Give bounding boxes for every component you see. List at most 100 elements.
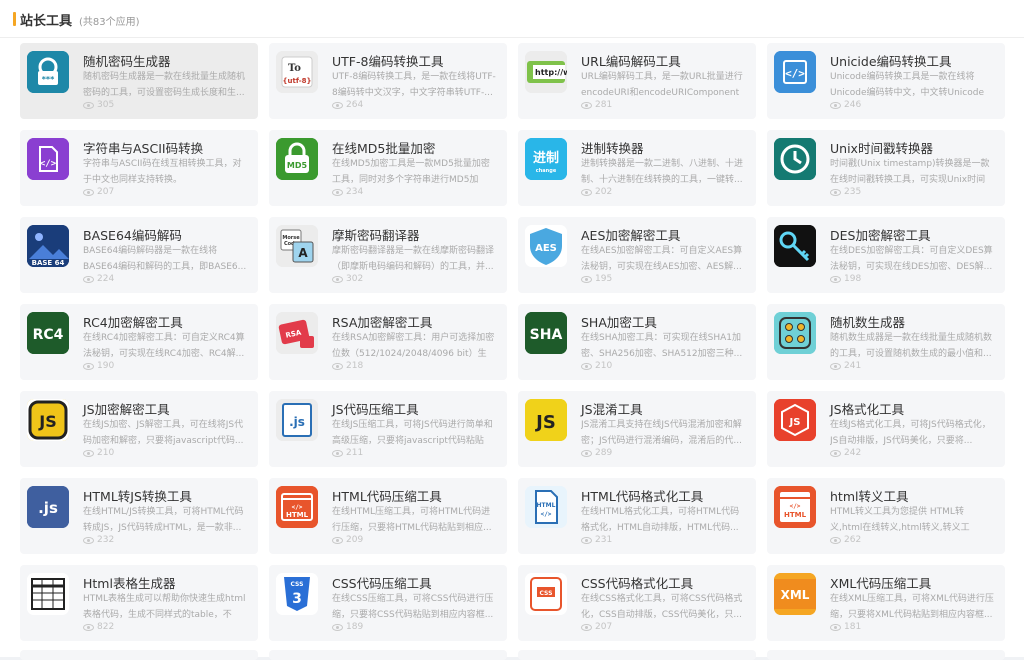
tool-name[interactable]: 随机数生成器 — [830, 312, 905, 331]
eye-icon — [830, 188, 841, 196]
view-count-value: 264 — [346, 100, 364, 110]
tool-card[interactable]: .js HTML转JS转换工具 在线HTML/JS转换工具，可将HTML代码转成JS… — [20, 478, 258, 554]
tool-card[interactable]: SHA SHA加密工具 在线SHA加密工具：可实现在线SHA1加密、SHA256加密… — [518, 304, 756, 380]
tool-name[interactable]: Unix时间戳转换器 — [830, 138, 933, 157]
tool-card[interactable]: </> Unicide编码转换工具 Unicode编码转换工具是一款在线将Unico… — [767, 43, 1005, 119]
tool-card[interactable]: .js JS代码压缩工具在线JS压缩工具，可将JS代码进行简单和高级压缩，只要将j… — [269, 391, 507, 467]
html-doc-icon: HTML </> — [525, 486, 567, 528]
eye-icon — [830, 362, 841, 370]
tool-card[interactable]: BASE 64 BASE64编码解码 BASE64编码解码器是一款在线将BASE64… — [20, 217, 258, 293]
tool-card[interactable]: RC4 RC4加密解密工具 在线RC4加密解密工具：可自定义RC4算法秘钥，可实现在… — [20, 304, 258, 380]
tool-name[interactable]: HTML代码压缩工具 — [332, 486, 442, 505]
sha-icon: SHA — [525, 312, 567, 354]
tool-card[interactable]: JS JS混淆工具 JS混淆工具支持在线JS代码混淆加密和解密；JS代码进行混淆编码… — [518, 391, 756, 467]
svg-text:HTML: HTML — [537, 502, 556, 509]
tool-card[interactable]: To {utf-8} UTF-8编码转换工具 UTF-8编码转换工具，是一款在线将UT… — [269, 43, 507, 119]
view-count: 232 — [83, 535, 114, 545]
svg-text:HTML: HTML — [286, 511, 309, 519]
view-count: 218 — [332, 361, 363, 371]
tool-name[interactable]: BASE64编码解码 — [83, 225, 182, 244]
tool-name[interactable]: html转义工具 — [830, 486, 908, 505]
tool-card[interactable]: </> HTML html转义工具 HTML转义工具为您提供 HTML转义,html在… — [767, 478, 1005, 554]
view-count-value: 211 — [346, 448, 364, 458]
tool-card[interactable]: 随机数生成器 随机数生成器是一款在线批量生成随机数的工具，可设置随机数生成的最小值… — [767, 304, 1005, 380]
tool-card[interactable]: Morse Code A 摩斯密码翻译器 摩斯密码翻译器是一款在线摩斯密码翻译（即摩斯电… — [269, 217, 507, 293]
tool-name[interactable]: JS代码压缩工具 — [332, 399, 419, 418]
tool-card[interactable]: </> HTML HTML代码压缩工具 在线HTML压缩工具，可将HTML代码进行压缩… — [269, 478, 507, 554]
view-count: 202 — [581, 187, 612, 197]
tool-card[interactable]: *** 随机密码生成器 随机密码生成器是一款在线批量生成随机密码的工具，可设置密码生… — [20, 43, 258, 119]
partial-card[interactable] — [20, 650, 258, 660]
tool-name[interactable]: XML代码压缩工具 — [830, 573, 931, 592]
partial-card[interactable] — [518, 650, 756, 660]
tool-name[interactable]: HTML代码格式化工具 — [581, 486, 703, 505]
tool-name[interactable]: RSA加密解密工具 — [332, 312, 432, 331]
eye-icon — [332, 188, 343, 196]
view-count-value: 207 — [97, 187, 115, 197]
view-count-value: 224 — [97, 274, 115, 284]
html-window-icon: </> HTML — [276, 486, 318, 528]
tool-name[interactable]: JS格式化工具 — [830, 399, 904, 418]
tool-card[interactable]: JS JS加密解密工具 在线JS加密、JS解密工具，可在线将JS代码加密和解密，只要… — [20, 391, 258, 467]
tool-card[interactable]: Unix时间戳转换器时间戳(Unix timestamp)转换器是一款在线时间戳… — [767, 130, 1005, 206]
tool-card[interactable]: Html表格生成器 HTML表格生成可以帮助你快速生成html表格代码，生成不同样… — [20, 565, 258, 641]
eye-icon — [332, 275, 343, 283]
tool-name[interactable]: 在线MD5批量加密 — [332, 138, 435, 157]
tool-card[interactable]: HTML </> HTML代码格式化工具 在线HTML格式化工具，可将HTML代码格式… — [518, 478, 756, 554]
tool-name[interactable]: CSS代码格式化工具 — [581, 573, 693, 592]
view-count: 224 — [83, 274, 114, 284]
tool-description: 在线JS压缩工具，可将JS代码进行简单和高级压缩，只要将javascript代码… — [332, 420, 493, 446]
tool-card[interactable]: CSS 3 CSS代码压缩工具 在线CSS压缩工具，可将CSS代码进行压缩，只要将CS… — [269, 565, 507, 641]
tool-card[interactable]: DES加密解密工具 在线DES加密解密工具：可自定义DES算法秘钥，可实现在线DE… — [767, 217, 1005, 293]
tool-name[interactable]: URL编码解码工具 — [581, 51, 681, 70]
view-count: 210 — [83, 448, 114, 458]
tool-name[interactable]: Html表格生成器 — [83, 573, 175, 592]
view-count: 264 — [332, 100, 363, 110]
tool-name[interactable]: 进制转换器 — [581, 138, 644, 157]
tool-card[interactable]: </> 字符串与ASCII码转换 字符串与ASCII码在线互相转换工具，对于中文也同… — [20, 130, 258, 206]
tool-name[interactable]: SHA加密工具 — [581, 312, 657, 331]
js-dot-icon: .js — [27, 486, 69, 528]
tool-name[interactable]: 摩斯密码翻译器 — [332, 225, 420, 244]
clock-icon — [774, 138, 816, 180]
view-count-value: 181 — [844, 622, 862, 632]
tool-description: URL编码解码工具，是一款URL批量进行encodeURI和encodeURIC… — [581, 72, 743, 98]
tool-name[interactable]: JS加密解密工具 — [83, 399, 170, 418]
tool-card[interactable]: 进制 change 进制转换器 进制转换器是一款二进制、八进制、十进制、十六进制在线转… — [518, 130, 756, 206]
tool-card[interactable]: JS JS格式化工具 在线JS格式化工具，可将JS代码格式化，JS自动排版，JS代码… — [767, 391, 1005, 467]
view-count: 190 — [83, 361, 114, 371]
partial-card[interactable] — [269, 650, 507, 660]
view-count: 289 — [581, 448, 612, 458]
svg-text:.js: .js — [38, 499, 58, 517]
tool-card[interactable]: http://w URL编码解码工具 URL编码解码工具，是一款URL批量进行enc… — [518, 43, 756, 119]
tool-description: 在线RC4加密解密工具：可自定义RC4算法秘钥，可实现在线RC4加密、RC4解.… — [83, 333, 245, 359]
tool-name[interactable]: 字符串与ASCII码转换 — [83, 138, 203, 157]
view-count-value: 195 — [595, 274, 613, 284]
view-count: 234 — [332, 187, 363, 197]
tool-name[interactable]: CSS代码压缩工具 — [332, 573, 432, 592]
svg-text:CSS: CSS — [540, 590, 553, 597]
tool-name[interactable]: HTML转JS转换工具 — [83, 486, 192, 505]
eye-icon — [83, 275, 94, 283]
tool-description: 时间戳(Unix timestamp)转换器是一款在线时间戳转换工具，可实现Un… — [830, 159, 990, 185]
tool-card[interactable]: CSS CSS代码格式化工具 在线CSS格式化工具，可将CSS代码格式化，CSS自动… — [518, 565, 756, 641]
tool-card[interactable]: MD5 在线MD5批量加密在线MD5加密工具是一款MD5批量加密工具，同时对多个字… — [269, 130, 507, 206]
tool-name[interactable]: JS混淆工具 — [581, 399, 643, 418]
tool-name[interactable]: 随机密码生成器 — [83, 51, 171, 70]
eye-icon — [830, 275, 841, 283]
view-count-value: 190 — [97, 361, 115, 371]
tool-card[interactable]: XML XML代码压缩工具 在线XML压缩工具，可将XML代码进行压缩，只要将XML… — [767, 565, 1005, 641]
svg-text:MD5: MD5 — [287, 161, 308, 170]
tool-name[interactable]: DES加密解密工具 — [830, 225, 930, 244]
tool-card[interactable]: RSA RSA加密解密工具 在线RSA加密解密工具：用户可选择加密位数（512/10… — [269, 304, 507, 380]
partial-card[interactable] — [767, 650, 1005, 660]
tool-name[interactable]: UTF-8编码转换工具 — [332, 51, 443, 70]
tool-name[interactable]: Unicide编码转换工具 — [830, 51, 952, 70]
tool-card[interactable]: AES AES加密解密工具 在线AES加密解密工具：可自定义AES算法秘钥，可实现在… — [518, 217, 756, 293]
eye-icon — [830, 623, 841, 631]
tool-name[interactable]: RC4加密解密工具 — [83, 312, 183, 331]
tool-description: 在线MD5加密工具是一款MD5批量加密工具，同时对多个字符串进行MD5加密，..… — [332, 159, 490, 185]
tool-name[interactable]: AES加密解密工具 — [581, 225, 680, 244]
eye-icon — [581, 449, 592, 457]
svg-text:.js: .js — [289, 415, 305, 429]
